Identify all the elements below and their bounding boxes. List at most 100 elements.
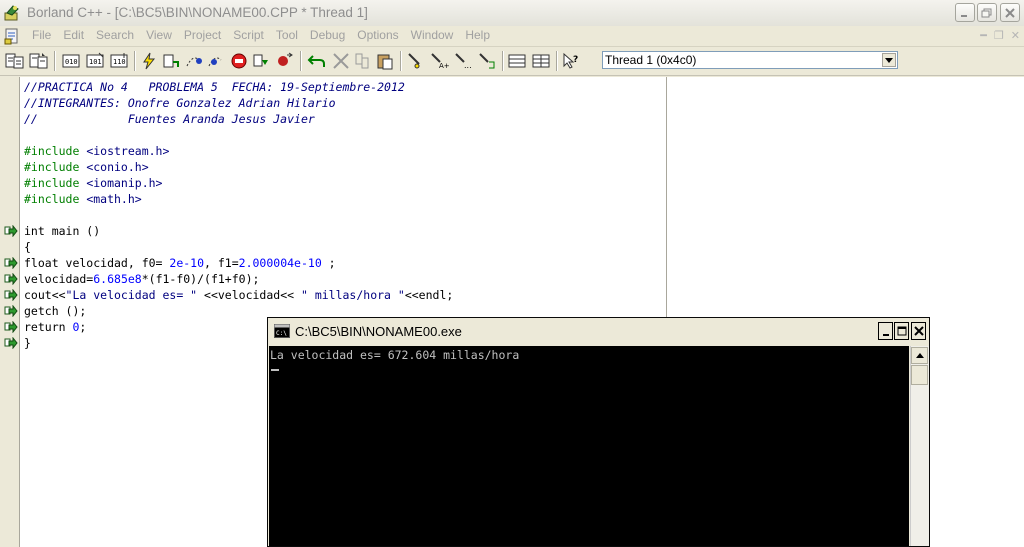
- code-line: getch ();: [24, 303, 86, 319]
- editor-gutter[interactable]: [0, 77, 20, 547]
- chevron-down-icon[interactable]: [882, 53, 896, 67]
- view-layout-icon[interactable]: [506, 50, 528, 72]
- menu-edit[interactable]: Edit: [57, 28, 90, 43]
- breakpoint-options-icon[interactable]: [274, 50, 296, 72]
- code-token: ;: [79, 320, 87, 334]
- toolbar: 010 101 110 A+B ... ? Thread 1 (0x4c0): [0, 47, 1024, 76]
- code-token: 2e-10: [169, 256, 205, 270]
- thread-dropdown[interactable]: Thread 1 (0x4c0): [602, 51, 898, 69]
- toolbar-separator: [134, 51, 136, 71]
- run-lightning-icon[interactable]: [138, 50, 160, 72]
- code-token: #include: [24, 176, 87, 190]
- menu-options[interactable]: Options: [351, 28, 404, 43]
- undo-icon[interactable]: [306, 50, 328, 72]
- breakpoint-arrow-icon[interactable]: [4, 289, 18, 301]
- console-output: La velocidad es= 672.604 millas/hora: [270, 348, 520, 362]
- code-line: velocidad=6.685e8*(f1-f0)/(f1+f0);: [24, 271, 259, 287]
- code-token: return: [24, 320, 73, 334]
- step-over-icon[interactable]: [160, 50, 182, 72]
- menu-debug[interactable]: Debug: [304, 28, 351, 43]
- code-line: {: [24, 239, 31, 255]
- restore-button[interactable]: [977, 3, 997, 22]
- code-token: "La velocidad es= ": [65, 288, 198, 302]
- scroll-thumb[interactable]: [911, 365, 928, 385]
- code-token: , f1=: [204, 256, 239, 270]
- menu-search[interactable]: Search: [90, 28, 140, 43]
- code-line: // Fuentes Aranda Jesus Javier: [24, 111, 315, 127]
- console-title: C:\BC5\BIN\NONAME00.exe: [295, 324, 462, 339]
- svg-text:...: ...: [464, 61, 472, 70]
- svg-text:010: 010: [65, 58, 78, 66]
- code-line: int main (): [24, 223, 100, 239]
- code-token: <math.h>: [86, 192, 142, 206]
- project-open-icon[interactable]: [4, 50, 26, 72]
- console-scrollbar[interactable]: [910, 346, 929, 546]
- compile-icon[interactable]: 010: [60, 50, 82, 72]
- toolbar-separator: [400, 51, 402, 71]
- svg-text:110: 110: [113, 58, 126, 66]
- code-token: cout<<: [24, 288, 66, 302]
- stop-icon[interactable]: [228, 50, 250, 72]
- search-again-icon[interactable]: ...: [452, 50, 474, 72]
- code-token: " millas/hora ": [300, 288, 405, 302]
- close-button[interactable]: [1000, 3, 1020, 22]
- thread-dropdown-value: Thread 1 (0x4c0): [605, 53, 697, 67]
- statement-step-icon[interactable]: [204, 50, 226, 72]
- menu-script[interactable]: Script: [227, 28, 270, 43]
- add-breakpoint-icon[interactable]: [250, 50, 272, 72]
- cut-icon[interactable]: [330, 50, 352, 72]
- document-icon[interactable]: [3, 27, 21, 45]
- code-token: }: [24, 336, 31, 350]
- scroll-up-icon[interactable]: [911, 347, 928, 364]
- toolbar-separator: [300, 51, 302, 71]
- menu-file[interactable]: File: [26, 28, 57, 43]
- menu-tool[interactable]: Tool: [270, 28, 304, 43]
- toolbar-separator: [556, 51, 558, 71]
- console-close-button[interactable]: [911, 322, 926, 340]
- console-cursor: [271, 369, 279, 371]
- console-maximize-button[interactable]: [894, 322, 909, 340]
- breakpoint-arrow-icon[interactable]: [4, 337, 18, 349]
- minimize-button[interactable]: [955, 3, 975, 22]
- search-icon[interactable]: [404, 50, 426, 72]
- console-app-icon[interactable]: C:\: [274, 324, 290, 338]
- console-window: C:\ C:\BC5\BIN\NONAME00.exe La velocidad…: [267, 317, 930, 547]
- code-line: cout<<"La velocidad es= " <<velocidad<< …: [24, 287, 453, 303]
- menu-window[interactable]: Window: [405, 28, 460, 43]
- mdi-restore-icon[interactable]: ❐: [994, 29, 1004, 42]
- breakpoint-arrow-icon[interactable]: [4, 305, 18, 317]
- code-token: velocidad=: [24, 272, 94, 286]
- mdi-minimize-icon[interactable]: ━: [980, 29, 987, 42]
- code-line: //INTEGRANTES: Onofre Gonzalez Adrian Hi…: [24, 95, 336, 111]
- code-line: return 0;: [24, 319, 86, 335]
- code-token: ;: [321, 256, 336, 270]
- breakpoint-arrow-icon[interactable]: [4, 321, 18, 333]
- browse-symbol-icon[interactable]: [476, 50, 498, 72]
- paste-icon[interactable]: [374, 50, 396, 72]
- project-save-icon[interactable]: [28, 50, 50, 72]
- breakpoint-arrow-icon[interactable]: [4, 273, 18, 285]
- view-columns-icon[interactable]: [530, 50, 552, 72]
- console-minimize-button[interactable]: [878, 322, 893, 340]
- copy-icon[interactable]: [352, 50, 374, 72]
- menu-project[interactable]: Project: [178, 28, 227, 43]
- build-all-icon[interactable]: 110: [108, 50, 130, 72]
- code-token: 6.685e8: [93, 272, 142, 286]
- code-token: #include: [24, 160, 87, 174]
- menu-view[interactable]: View: [140, 28, 178, 43]
- breakpoint-arrow-icon[interactable]: [4, 257, 18, 269]
- breakpoint-arrow-icon[interactable]: [4, 225, 18, 237]
- menu-help[interactable]: Help: [459, 28, 496, 43]
- svg-text:A+B: A+B: [439, 62, 449, 70]
- code-token: #include: [24, 192, 87, 206]
- menu-bar: File Edit Search View Project Script Too…: [0, 26, 1024, 47]
- console-screen[interactable]: La velocidad es= 672.604 millas/hora: [269, 346, 909, 546]
- context-help-icon[interactable]: ?: [560, 50, 582, 72]
- replace-icon[interactable]: A+B: [428, 50, 450, 72]
- code-line: }: [24, 335, 31, 351]
- window-title: Borland C++ - [C:\BC5\BIN\NONAME00.CPP *…: [27, 5, 368, 20]
- mdi-close-icon[interactable]: ✕: [1011, 29, 1020, 42]
- trace-into-icon[interactable]: [182, 50, 204, 72]
- make-icon[interactable]: 101: [84, 50, 106, 72]
- borland-app-icon[interactable]: [3, 4, 21, 22]
